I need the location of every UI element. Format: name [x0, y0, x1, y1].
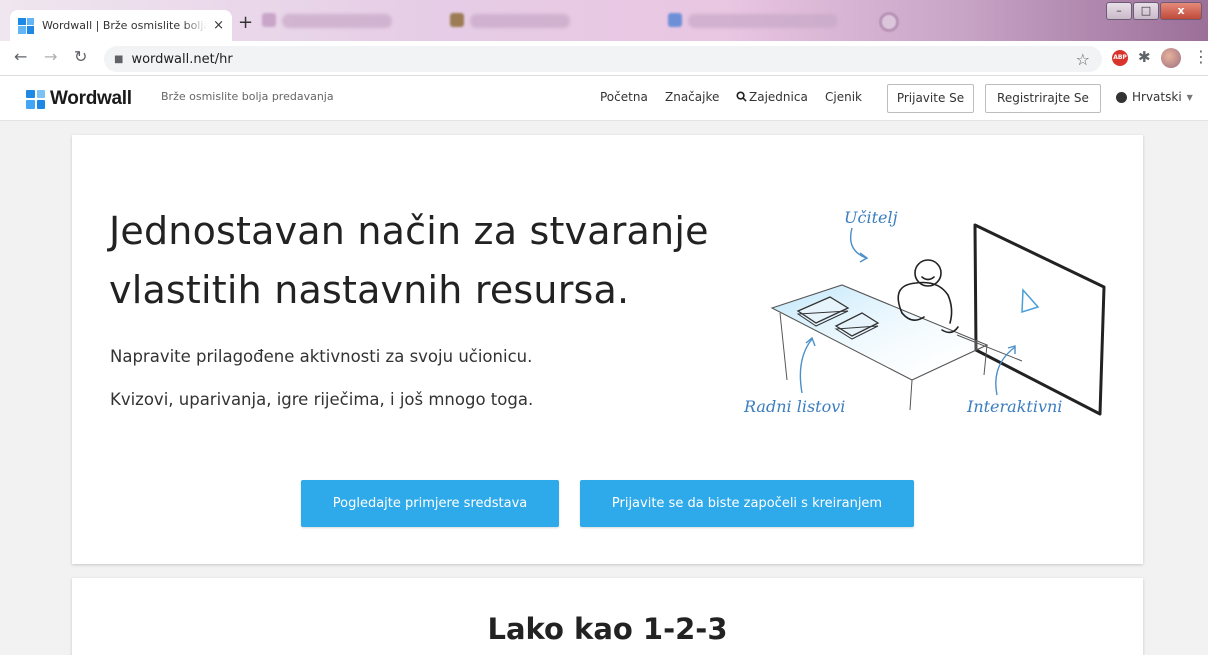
teacher-arrow-icon — [849, 227, 867, 259]
tagline: Brže osmislite bolja predavanja — [161, 90, 334, 103]
worksheets-arrow-icon — [799, 338, 813, 394]
nav-home-link[interactable]: Početna — [600, 90, 648, 104]
maximize-button[interactable]: □ — [1133, 2, 1159, 20]
minimize-button[interactable]: – — [1106, 2, 1132, 20]
browser-menu-icon[interactable]: ⋮ — [1193, 47, 1208, 66]
view-examples-button[interactable]: Pogledajte primjere sredstava — [301, 480, 559, 527]
forward-arrow-icon[interactable]: → — [44, 49, 57, 65]
nav-features-link[interactable]: Značajke — [665, 90, 719, 104]
globe-icon — [1116, 91, 1127, 103]
back-arrow-icon[interactable]: ← — [14, 49, 27, 65]
search-icon — [736, 91, 747, 102]
login-to-create-button[interactable]: Prijavite se da biste započeli s kreiran… — [580, 480, 914, 527]
tab-close-icon[interactable]: × — [213, 18, 224, 33]
nav-community-link[interactable]: Zajednica — [736, 90, 808, 104]
language-selector[interactable]: Hrvatski ▼ — [1116, 90, 1193, 104]
blurred-tab-favicon-icon — [668, 13, 682, 27]
wordwall-logo-icon — [26, 89, 45, 109]
browser-tab-active[interactable]: Wordwall | Brže osmislite bolja predavan… — [10, 10, 232, 41]
browser-toolbar: ← → ↻ ■ wordwall.net/hr ☆ — [0, 41, 1208, 76]
nav-community-label: Zajednica — [749, 90, 808, 104]
reload-icon[interactable]: ↻ — [74, 49, 87, 65]
teacher-label: Učitelj — [844, 208, 898, 227]
profile-circle-icon[interactable] — [879, 12, 899, 32]
interactive-label: Interaktivni — [966, 397, 1062, 416]
close-window-button[interactable]: x — [1160, 2, 1202, 20]
window-controls: – □ x — [1106, 2, 1202, 20]
wordwall-favicon-icon — [18, 17, 34, 34]
login-button[interactable]: Prijavite Se — [887, 84, 974, 113]
wordwall-logo[interactable]: Wordwall — [26, 88, 132, 110]
register-button[interactable]: Registrirajte Se — [985, 84, 1101, 113]
blurred-tab[interactable] — [688, 14, 838, 28]
browser-tab-strip: Wordwall | Brže osmislite bolja predavan… — [0, 0, 1208, 41]
section-title: Lako kao 1-2-3 — [487, 612, 728, 646]
worksheets-label: Radni listovi — [743, 397, 845, 416]
tab-title: Wordwall | Brže osmislite bolja predavan… — [42, 19, 208, 32]
adblock-extension-icon[interactable]: ABP — [1112, 50, 1128, 66]
blurred-tab-favicon-icon — [450, 13, 464, 27]
classroom-illustration: Učitelj Radni listovi Interaktivni — [743, 208, 1106, 416]
hero-card: Jednostavan način za stvaranje vlastitih… — [72, 135, 1143, 564]
url-text: wordwall.net/hr — [131, 51, 233, 67]
chevron-down-icon: ▼ — [1186, 92, 1193, 102]
hero-subtitle-1: Napravite prilagođene aktivnosti za svoj… — [110, 347, 533, 366]
blurred-tab[interactable] — [282, 14, 392, 28]
blurred-tab-favicon-icon — [262, 13, 276, 27]
hero-subtitle-2: Kvizovi, uparivanja, igre riječima, i jo… — [110, 390, 534, 409]
extensions-puzzle-icon[interactable]: ✱ — [1138, 48, 1151, 66]
language-label: Hrvatski — [1132, 90, 1182, 104]
address-bar[interactable]: ■ wordwall.net/hr ☆ — [104, 46, 1102, 72]
lock-icon: ■ — [114, 53, 124, 65]
bookmark-star-icon[interactable]: ☆ — [1076, 50, 1090, 69]
how-it-works-card: Lako kao 1-2-3 — [72, 578, 1143, 655]
new-tab-button[interactable]: + — [238, 14, 253, 32]
logo-text: Wordwall — [50, 88, 132, 109]
interactive-screen-shape — [973, 223, 1106, 416]
hero-title: Jednostavan način za stvaranje vlastitih… — [109, 209, 709, 312]
blurred-tab[interactable] — [470, 14, 570, 28]
site-header: Wordwall Brže osmislite bolja predavanja… — [0, 76, 1208, 121]
user-avatar[interactable] — [1161, 48, 1181, 68]
nav-pricing-link[interactable]: Cjenik — [825, 90, 862, 104]
